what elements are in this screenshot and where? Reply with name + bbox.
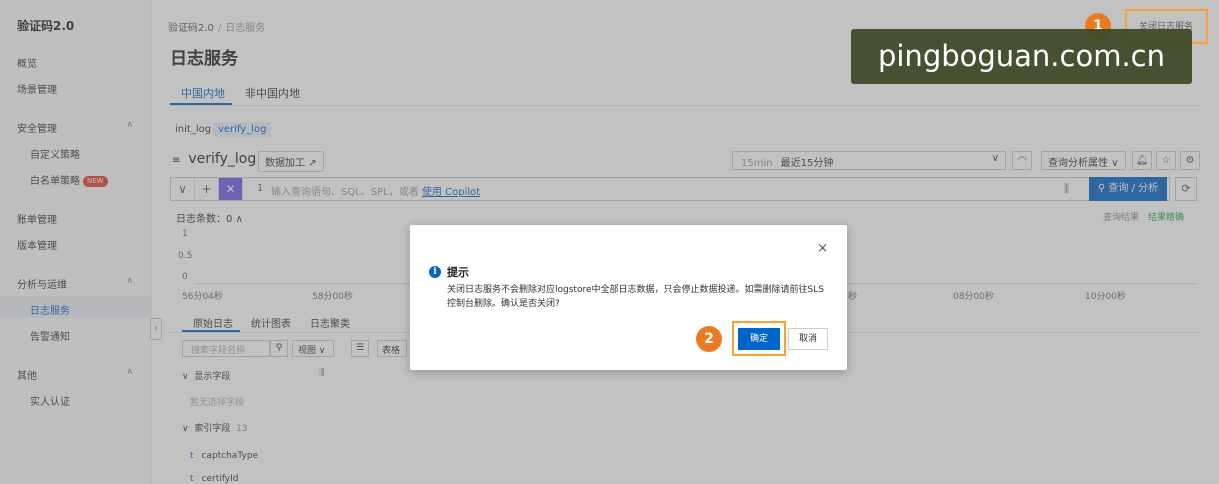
dialog-title: 提示 — [447, 266, 469, 279]
cancel-button[interactable]: 取消 — [788, 328, 828, 350]
info-icon: i — [429, 266, 441, 278]
close-icon[interactable]: × — [817, 241, 828, 256]
highlight-confirm — [732, 321, 786, 356]
watermark-banner: pingboguan.com.cn — [851, 29, 1192, 84]
step-2-marker: 2 — [696, 326, 722, 352]
dialog-message: 关闭日志服务不会删除对应logstore中全部日志数据，只会停止数据投递。如需删… — [447, 285, 824, 309]
